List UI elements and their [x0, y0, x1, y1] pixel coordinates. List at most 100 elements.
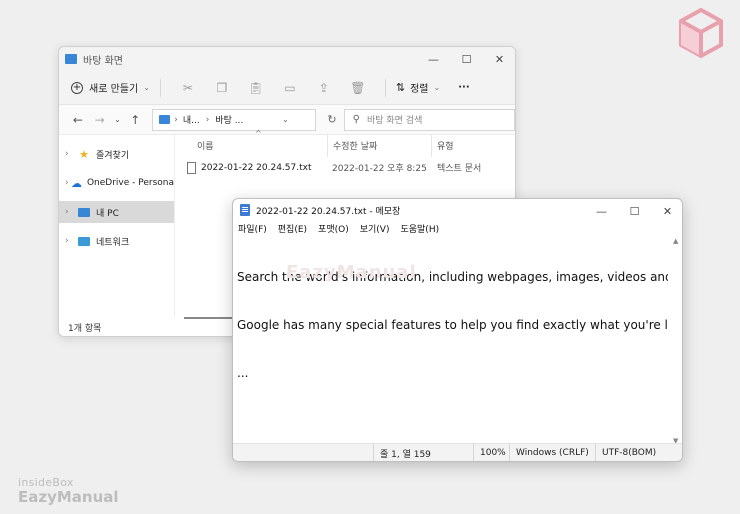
zoom-level-text: 100% — [480, 448, 506, 458]
back-arrow-icon[interactable]: ← — [67, 113, 89, 127]
brand-watermark: insideBox EazyManual — [18, 476, 119, 506]
notepad-menubar: 파일(F) 편집(E) 포맷(O) 보기(V) 도움말(H) — [233, 221, 682, 236]
rename-icon[interactable]: ▭ — [282, 80, 298, 96]
text-file-icon — [187, 161, 196, 174]
column-header-name[interactable]: 이름 — [197, 139, 214, 155]
refresh-icon[interactable]: ↻ — [327, 113, 336, 126]
breadcrumb-item[interactable]: 바탕 ... — [215, 113, 243, 126]
explorer-window-controls: — ☐ ✕ — [417, 47, 515, 71]
delete-icon[interactable]: 🗑︎ — [350, 80, 366, 96]
copy-icon[interactable]: ❐ — [214, 80, 230, 96]
address-bar-row: ← → ⌄ ↑ › 내... › 바탕 ... ⌄ ↻ ⚲ 바탕 화면 검색 — [59, 105, 515, 135]
search-icon: ⚲ — [352, 114, 360, 125]
up-arrow-icon[interactable]: ↑ — [124, 113, 146, 127]
star-icon: ★ — [79, 147, 89, 161]
recent-dropdown-icon[interactable]: ⌄ — [111, 115, 125, 124]
share-icon[interactable]: ⇪ — [316, 80, 332, 96]
more-options-icon: ··· — [458, 82, 470, 93]
column-divider[interactable] — [327, 135, 328, 157]
minimize-button[interactable]: — — [585, 199, 618, 223]
notepad-statusbar: 줄 1, 열 159 100% Windows (CRLF) UTF-8(BOM… — [233, 443, 682, 461]
cursor-position-text: 줄 1, 열 159 — [380, 449, 431, 460]
new-button-label: 새로 만들기 — [89, 84, 139, 95]
column-divider[interactable] — [431, 135, 432, 157]
search-input[interactable]: ⚲ 바탕 화면 검색 — [343, 108, 515, 131]
menu-file[interactable]: 파일(F) — [238, 222, 267, 235]
breadcrumb-separator-icon: › — [205, 114, 210, 125]
cut-icon[interactable]: ✂ — [180, 80, 196, 96]
more-options-button[interactable]: ··· — [458, 82, 469, 93]
notepad-window-controls: — ☐ ✕ — [585, 199, 682, 223]
line-ending-text: Windows (CRLF) — [516, 448, 589, 458]
cursor-position: 줄 1, 열 159 — [373, 444, 473, 461]
close-button[interactable]: ✕ — [483, 47, 515, 71]
brand-big-text: EazyManual — [18, 488, 119, 506]
notepad-icon — [240, 204, 250, 216]
address-bar[interactable]: › 내... › 바탕 ... ⌄ ↻ — [152, 108, 337, 131]
text-line: Google has many special features to help… — [237, 318, 668, 332]
menu-edit[interactable]: 편집(E) — [278, 222, 307, 235]
desktop-folder-icon — [65, 54, 77, 64]
address-dropdown-icon[interactable]: ⌄ — [282, 115, 289, 124]
scroll-up-icon[interactable]: ▲ — [673, 237, 678, 245]
column-header-modified[interactable]: 수정한 날짜 — [333, 139, 377, 155]
toolbar-divider — [384, 78, 386, 97]
menu-help[interactable]: 도움말(H) — [400, 222, 439, 235]
sort-indicator-icon: ^ — [255, 129, 262, 138]
menu-view[interactable]: 보기(V) — [360, 222, 390, 235]
sidebar-item-label: OneDrive - Persona — [86, 178, 174, 188]
encoding: UTF-8(BOM) — [595, 444, 682, 461]
breadcrumb-item[interactable]: 내... — [183, 113, 200, 126]
cloud-icon: ☁ — [70, 176, 82, 190]
menu-format[interactable]: 포맷(O) — [318, 222, 349, 235]
explorer-title: 바탕 화면 — [83, 55, 123, 67]
forward-arrow-icon[interactable]: → — [89, 113, 111, 127]
sidebar-item-favorites[interactable]: › ★ 즐겨찾기 — [59, 143, 174, 165]
plus-circle-icon: + — [71, 81, 83, 94]
new-button[interactable]: + 새로 만들기 ⌄ — [71, 80, 150, 95]
line-ending: Windows (CRLF) — [509, 444, 595, 461]
sidebar-item-label: 네트워크 — [96, 237, 130, 248]
notepad-watermark: EazyManual — [286, 262, 417, 283]
text-line: ... — [237, 366, 249, 380]
file-row[interactable]: 2022-01-22 20.24.57.txt 2022-01-22 오후 8:… — [187, 161, 481, 174]
brand-cube-logo — [679, 8, 723, 59]
sort-button-label: 정렬 — [410, 84, 429, 95]
file-modified: 2022-01-22 오후 8:25 — [332, 164, 427, 174]
desktop-folder-icon — [159, 115, 171, 124]
maximize-button[interactable]: ☐ — [450, 47, 483, 71]
encoding-text: UTF-8(BOM) — [602, 448, 657, 458]
sidebar-item-label: 즐겨찾기 — [96, 150, 130, 161]
explorer-toolbar: + 새로 만들기 ⌄ ✂ ❐ 📋︎ ▭ ⇪ 🗑︎ ⇅ 정렬 ⌄ ··· — [59, 71, 515, 105]
maximize-button[interactable]: ☐ — [618, 199, 651, 223]
column-header-type[interactable]: 유형 — [437, 139, 454, 155]
chevron-right-icon[interactable]: › — [65, 236, 77, 246]
sidebar-item-this-pc[interactable]: › 내 PC — [59, 201, 174, 223]
minimize-button[interactable]: — — [417, 47, 450, 71]
toolbar-divider — [159, 78, 161, 97]
horizontal-scrollbar[interactable] — [184, 317, 234, 319]
sort-arrows-icon: ⇅ — [395, 81, 406, 94]
network-icon — [77, 235, 91, 247]
file-type: 텍스트 문서 — [437, 164, 482, 174]
zoom-level: 100% — [473, 444, 509, 461]
item-count-status: 1개 항목 — [68, 324, 102, 334]
file-name: 2022-01-22 20.24.57.txt — [201, 162, 312, 173]
vertical-scrollbar[interactable]: ▲ ▼ — [670, 237, 682, 445]
paste-icon[interactable]: 📋︎ — [248, 80, 264, 96]
sidebar-item-onedrive[interactable]: › ☁ OneDrive - Persona — [59, 172, 174, 194]
monitor-icon — [77, 206, 91, 218]
notepad-window: 2022-01-22 20.24.57.txt - 메모장 — ☐ ✕ 파일(F… — [232, 198, 683, 462]
chevron-right-icon[interactable]: › — [65, 149, 77, 159]
chevron-down-icon: ⌄ — [143, 83, 150, 92]
chevron-right-icon[interactable]: › — [65, 207, 77, 217]
close-button[interactable]: ✕ — [651, 199, 682, 223]
navigation-pane: › ★ 즐겨찾기 › ☁ OneDrive - Persona › 내 PC ›… — [59, 135, 175, 317]
chevron-down-icon: ⌄ — [433, 83, 441, 92]
breadcrumb-separator-icon: › — [174, 114, 178, 125]
search-placeholder: 바탕 화면 검색 — [366, 116, 423, 126]
notepad-title: 2022-01-22 20.24.57.txt - 메모장 — [256, 206, 401, 217]
sidebar-item-label: 내 PC — [96, 208, 119, 219]
sidebar-item-network[interactable]: › 네트워크 — [59, 230, 174, 252]
sort-button[interactable]: ⇅ 정렬 ⌄ — [396, 80, 440, 95]
